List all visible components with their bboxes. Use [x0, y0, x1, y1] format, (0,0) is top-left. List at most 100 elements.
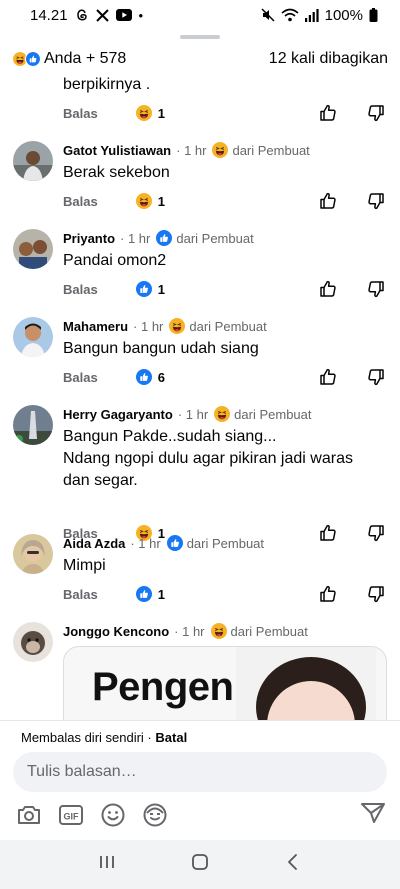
camera-icon[interactable] — [16, 803, 42, 827]
thumbs-up-icon[interactable] — [318, 279, 338, 299]
reaction-count[interactable]: 1 — [136, 193, 165, 209]
comment-text: Bangun bangun udah siang — [63, 340, 259, 357]
comment-text-line: Ndang ngopi dulu agar pikiran jadi waras — [63, 450, 353, 467]
reactions-button[interactable]: Anda + 578 — [12, 50, 126, 68]
comment-text: berpikirnya . — [63, 76, 151, 93]
mute-icon — [261, 8, 275, 22]
reply-button[interactable]: Balas — [63, 587, 98, 602]
svg-text:GIF: GIF — [64, 812, 80, 822]
battery-level: 100% — [324, 6, 363, 24]
comment-time: · 1 hr — [176, 142, 207, 158]
avatar[interactable] — [13, 317, 53, 357]
reaction-count[interactable]: 1 — [136, 586, 165, 602]
reply-button[interactable]: Balas — [63, 106, 98, 121]
thumbs-down-icon[interactable] — [366, 584, 386, 604]
author-name: Gatot Yulistiawan — [63, 142, 172, 158]
avatar[interactable] — [13, 141, 53, 181]
wifi-icon — [281, 8, 299, 22]
comment-time: · 1 hr — [120, 230, 151, 246]
comment-author[interactable]: Aida Azda · 1 hr dari Pembuat — [63, 535, 264, 551]
comment-time: · 1 hr — [133, 318, 164, 334]
reaction-count[interactable]: 1 — [136, 281, 165, 297]
comment-time: · 1 hr — [177, 406, 209, 422]
x-icon — [95, 8, 109, 22]
like-icon — [167, 535, 183, 551]
like-icon — [136, 281, 152, 297]
drag-handle[interactable] — [180, 35, 220, 39]
gif-icon[interactable]: GIF — [58, 803, 84, 827]
comment-text-line: dan segar. — [63, 472, 138, 489]
comment-author[interactable]: Herry Gagaryanto · 1 hr dari Pembuat — [63, 406, 312, 422]
notification-dot-icon: • — [138, 7, 144, 23]
avatar[interactable] — [13, 622, 53, 662]
avatar-sticker-icon[interactable] — [142, 802, 168, 828]
like-icon — [136, 369, 152, 385]
comment-author[interactable]: Jonggo Kencono · 1 hr dari Pembuat — [63, 623, 308, 639]
comment-text: Pandai omon2 — [63, 252, 167, 269]
reaction-count-number: 1 — [157, 193, 165, 209]
thumbs-up-icon[interactable] — [318, 584, 338, 604]
comment-author[interactable]: Mahameru · 1 hr dari Pembuat — [63, 318, 267, 334]
thumbs-down-icon[interactable] — [366, 367, 386, 387]
cancel-reply-button[interactable]: Batal — [155, 730, 187, 745]
replying-to-label: Membalas diri sendiri · Batal — [21, 730, 187, 745]
haha-emoji-icon — [211, 623, 227, 639]
avatar[interactable] — [13, 405, 53, 445]
thumbs-up-icon[interactable] — [318, 367, 338, 387]
like-icon — [156, 230, 172, 246]
threads-icon — [75, 8, 89, 22]
recent-apps-icon[interactable] — [98, 853, 116, 876]
thumbs-down-icon[interactable] — [366, 523, 386, 543]
comment-actions: Balas 1 — [63, 102, 386, 124]
comment-actions: Balas 6 — [63, 366, 386, 388]
author-name: Jonggo Kencono — [63, 623, 170, 639]
comments-sheet: Anda + 578 12 kali dibagikan berpikirnya… — [0, 28, 400, 840]
thumbs-up-icon[interactable] — [318, 103, 338, 123]
reaction-count-number: 1 — [157, 281, 165, 297]
thumbs-down-icon[interactable] — [366, 279, 386, 299]
haha-emoji-icon — [136, 105, 152, 121]
haha-emoji-icon — [214, 406, 230, 422]
signal-icon — [304, 8, 319, 22]
send-icon[interactable] — [360, 801, 386, 830]
youtube-icon — [115, 9, 132, 21]
home-icon[interactable] — [191, 853, 209, 876]
author-badge: dari Pembuat — [156, 230, 254, 246]
thumbs-down-icon[interactable] — [366, 103, 386, 123]
status-bar: 14.21 • 100% — [0, 0, 400, 30]
battery-icon — [369, 8, 378, 22]
reply-button[interactable]: Balas — [63, 282, 98, 297]
haha-emoji-icon — [169, 318, 185, 334]
comment-text-line: Bangun Pakde..sudah siang... — [63, 428, 277, 445]
reply-button[interactable]: Balas — [63, 194, 98, 209]
navigation-bar — [0, 840, 400, 889]
author-name: Aida Azda — [63, 535, 126, 551]
reaction-count[interactable]: 1 — [136, 105, 165, 121]
shares-count[interactable]: 12 kali dibagikan — [269, 50, 388, 68]
comment-actions: Balas 1 — [63, 278, 386, 300]
avatar[interactable] — [13, 534, 53, 574]
comment-author[interactable]: Priyanto · 1 hr dari Pembuat — [63, 230, 254, 246]
reaction-count[interactable]: 6 — [136, 369, 165, 385]
avatar[interactable] — [13, 229, 53, 269]
reaction-count-number: 6 — [157, 369, 165, 385]
haha-emoji-icon — [136, 193, 152, 209]
thumbs-down-icon[interactable] — [366, 191, 386, 211]
reply-composer: Membalas diri sendiri · Batal GIF — [0, 720, 400, 840]
thumbs-up-icon[interactable] — [318, 191, 338, 211]
reply-input[interactable] — [13, 752, 387, 792]
author-badge: dari Pembuat — [211, 623, 308, 639]
badge-label: dari Pembuat — [234, 406, 312, 422]
emoji-icon[interactable] — [100, 802, 126, 828]
reply-button[interactable]: Balas — [63, 370, 98, 385]
comment-author[interactable]: Gatot Yulistiawan · 1 hr dari Pembuat — [63, 142, 310, 158]
badge-label: dari Pembuat — [232, 142, 310, 158]
comment-actions: Balas 1 — [63, 583, 386, 605]
reaction-count-number: 1 — [157, 105, 165, 121]
thumbs-up-icon[interactable] — [318, 523, 338, 543]
back-icon[interactable] — [284, 853, 302, 876]
comment-time: · 1 hr — [130, 535, 161, 551]
status-time: 14.21 — [30, 6, 68, 24]
author-name: Herry Gagaryanto — [63, 406, 173, 422]
author-badge: dari Pembuat — [214, 406, 312, 422]
